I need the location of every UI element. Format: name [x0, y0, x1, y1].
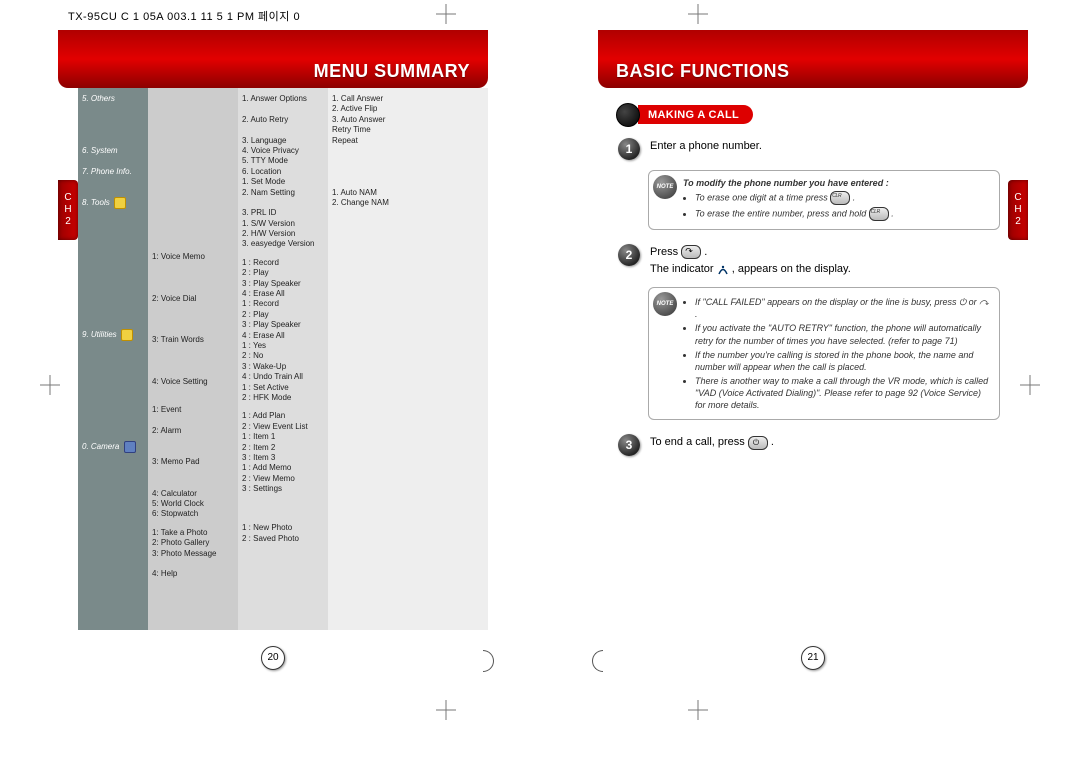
step-2: 2 Press . The indicator , appears on the… — [618, 244, 1000, 277]
page-title-bar: BASIC FUNCTIONS — [598, 30, 1028, 88]
note-item: There is another way to make a call thro… — [695, 375, 989, 411]
step-text: Enter a phone number. — [650, 138, 1000, 155]
step-3: 3 To end a call, press . — [618, 434, 1000, 456]
note-item: If "CALL FAILED" appears on the display … — [695, 296, 989, 320]
send-key-icon — [681, 245, 701, 259]
call-indicator-icon — [717, 263, 729, 275]
step-text: To end a call, press . — [650, 434, 1000, 451]
page-menu-summary: MENU SUMMARY C H 2 5. Others 6. System 7… — [58, 30, 488, 670]
page-title: BASIC FUNCTIONS — [616, 61, 790, 82]
note-box: NOTE To modify the phone number you have… — [648, 170, 1000, 230]
step-number-icon: 1 — [618, 138, 640, 160]
note-icon: NOTE — [653, 175, 677, 199]
note-item: If the number you're calling is stored i… — [695, 349, 989, 373]
page-number: 20 — [261, 646, 285, 670]
step-text: Press . The indicator , appears on the d… — [650, 244, 1000, 277]
menu-col-level3: 1. Answer Options 2. Auto Retry 3. Langu… — [238, 88, 328, 630]
tools-icon — [114, 197, 126, 209]
crop-mark — [436, 4, 456, 24]
crop-mark — [436, 700, 456, 720]
note-item: To erase one digit at a time press . — [695, 191, 989, 205]
menu-col-category: 5. Others 6. System 7. Phone Info. 8. To… — [78, 88, 148, 630]
source-file-header: TX-95CU C 1 05A 003.1 11 5 1 PM 페이지 0 — [68, 8, 300, 24]
page-edge-notch — [592, 650, 603, 672]
crop-mark — [40, 375, 60, 395]
note-item: If you activate the "AUTO RETRY" functio… — [695, 322, 989, 346]
crop-mark — [688, 4, 708, 24]
content-body: MAKING A CALL 1 Enter a phone number. NO… — [618, 105, 1000, 630]
section-heading: MAKING A CALL — [638, 105, 753, 124]
utilities-icon — [121, 329, 133, 341]
step-number-icon: 2 — [618, 244, 640, 266]
step-number-icon: 3 — [618, 434, 640, 456]
page-edge-notch — [483, 650, 494, 672]
note-icon: NOTE — [653, 292, 677, 316]
crop-mark — [688, 700, 708, 720]
note-title: To modify the phone number you have ente… — [683, 178, 889, 188]
page-number-area: 20 — [58, 646, 488, 670]
clr-key-icon — [830, 191, 850, 205]
note-item: To erase the entire number, press and ho… — [695, 207, 989, 221]
chapter-tab: C H 2 — [1008, 180, 1028, 240]
menu-col-level4: 1. Call Answer2. Active Flip3. Auto Answ… — [328, 88, 488, 630]
menu-col-level2: 1: Voice Memo 2: Voice Dial 3: Train Wor… — [148, 88, 238, 630]
menu-table: 5. Others 6. System 7. Phone Info. 8. To… — [78, 88, 488, 630]
page-title: MENU SUMMARY — [314, 61, 470, 82]
step-1: 1 Enter a phone number. — [618, 138, 1000, 160]
page-basic-functions: BASIC FUNCTIONS C H 2 MAKING A CALL 1 En… — [598, 30, 1028, 670]
chapter-tab: C H 2 — [58, 180, 78, 240]
clr-key-icon — [869, 207, 889, 221]
camera-icon — [124, 441, 136, 453]
page-number-area: 21 — [598, 646, 1028, 670]
page-title-bar: MENU SUMMARY — [58, 30, 488, 88]
end-key-icon — [748, 436, 768, 450]
page-number: 21 — [801, 646, 825, 670]
note-box: NOTE If "CALL FAILED" appears on the dis… — [648, 287, 1000, 420]
